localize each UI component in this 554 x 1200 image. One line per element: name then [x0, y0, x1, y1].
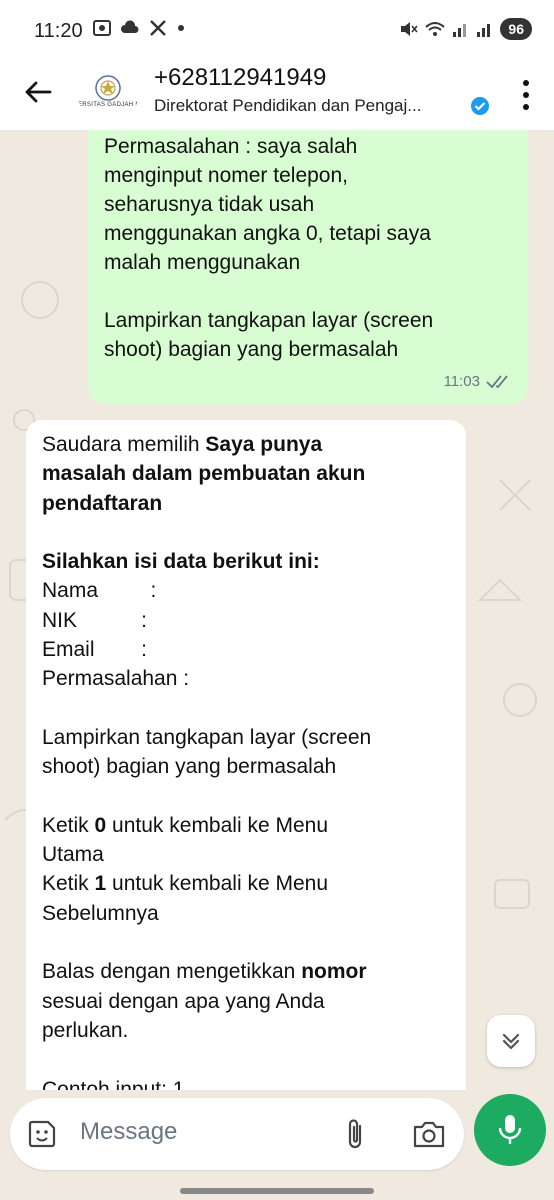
- message-line: Ketik 0 untuk kembali ke Menu: [42, 813, 329, 837]
- message-line: perlukan.: [42, 1018, 129, 1042]
- scroll-to-bottom-button[interactable]: [487, 1015, 535, 1067]
- message-line: Lampirkan tangkapan layar (screen: [42, 725, 372, 749]
- wifi-icon: [425, 22, 446, 36]
- form-field-nik: NIK :: [42, 608, 148, 632]
- message-input[interactable]: Message: [80, 1118, 177, 1146]
- message-line: Saudara memilih Saya punya: [42, 433, 323, 456]
- status-time: 11:20: [34, 20, 83, 42]
- outgoing-message[interactable]: Permasalahan : saya salah menginput nome…: [88, 130, 528, 404]
- message-line: Balas dengan mengetikkan nomor: [42, 960, 367, 984]
- attach-icon[interactable]: [342, 1116, 368, 1152]
- avatar[interactable]: ERSITAS GADJAH M: [78, 70, 138, 122]
- back-arrow-icon[interactable]: [22, 76, 54, 108]
- message-line: shoot) bagian yang bermasalah: [42, 755, 337, 779]
- status-left-icons: [92, 18, 186, 38]
- chat-area[interactable]: Permasalahan : saya salah menginput nome…: [0, 130, 554, 1090]
- signal-icon: [453, 24, 467, 37]
- message-line: Lampirkan tangkapan layar (screen: [104, 309, 434, 332]
- camera-icon[interactable]: [412, 1118, 446, 1150]
- x-icon: [150, 20, 166, 36]
- more-options-icon[interactable]: [520, 78, 532, 112]
- avatar-label: ERSITAS GADJAH M: [78, 102, 138, 108]
- screenshot-icon: [93, 20, 111, 36]
- message-line: Ketik 1 untuk kembali ke Menu: [42, 872, 329, 896]
- form-field-nama: Nama :: [42, 579, 157, 603]
- message-line: Permasalahan : saya salah: [104, 135, 358, 158]
- microphone-icon: [498, 1115, 522, 1144]
- chat-header: ERSITAS GADJAH M +628112941949 Direktora…: [0, 62, 554, 130]
- university-seal-icon: [95, 75, 121, 101]
- verified-badge-icon: [471, 97, 489, 115]
- message-line: Contoh input: 1: [42, 1077, 185, 1090]
- message-line: seharusnya tidak usah: [104, 193, 315, 216]
- battery-indicator: 96: [500, 18, 532, 40]
- message-line: menggunakan angka 0, tetapi saya: [104, 222, 431, 245]
- message-time: 11:03: [443, 373, 480, 390]
- message-line: malah menggunakan: [104, 251, 301, 274]
- form-field-permasalahan: Permasalahan :: [42, 667, 190, 691]
- message-line: sesuai dengan apa yang Anda: [42, 989, 325, 1013]
- sticker-emoji-icon[interactable]: [26, 1118, 58, 1150]
- system-nav-bar: [0, 1180, 554, 1200]
- message-line: shoot) bagian yang bermasalah: [104, 338, 399, 361]
- message-line: pendaftaran: [42, 491, 163, 515]
- message-line: Sebelumnya: [42, 901, 159, 925]
- status-right-icons: 96: [398, 18, 532, 40]
- form-field-email: Email :: [42, 638, 148, 662]
- message-meta: 11:03: [444, 367, 512, 396]
- double-check-icon: [486, 374, 508, 388]
- double-chevron-down-icon: [502, 1033, 520, 1050]
- contact-number[interactable]: +628112941949: [154, 64, 326, 92]
- message-line: menginput nomer telepon,: [104, 164, 348, 187]
- mute-icon: [401, 22, 419, 36]
- status-bar: 11:20 96: [0, 0, 554, 62]
- home-gesture-handle[interactable]: [180, 1188, 374, 1194]
- message-line: Utama: [42, 843, 104, 867]
- incoming-message[interactable]: Saudara memilih Saya punya masalah dalam…: [26, 420, 466, 1090]
- voice-message-button[interactable]: [474, 1094, 546, 1166]
- contact-name[interactable]: Direktorat Pendidikan dan Pengaj...: [154, 96, 421, 116]
- message-line: masalah dalam pembuatan akun: [42, 462, 366, 486]
- signal-icon: [477, 24, 491, 37]
- message-composer: Message: [10, 1098, 464, 1170]
- message-line: Silahkan isi data berikut ini:: [42, 550, 320, 574]
- cloud-icon: [121, 20, 139, 33]
- dot-icon: [178, 25, 184, 31]
